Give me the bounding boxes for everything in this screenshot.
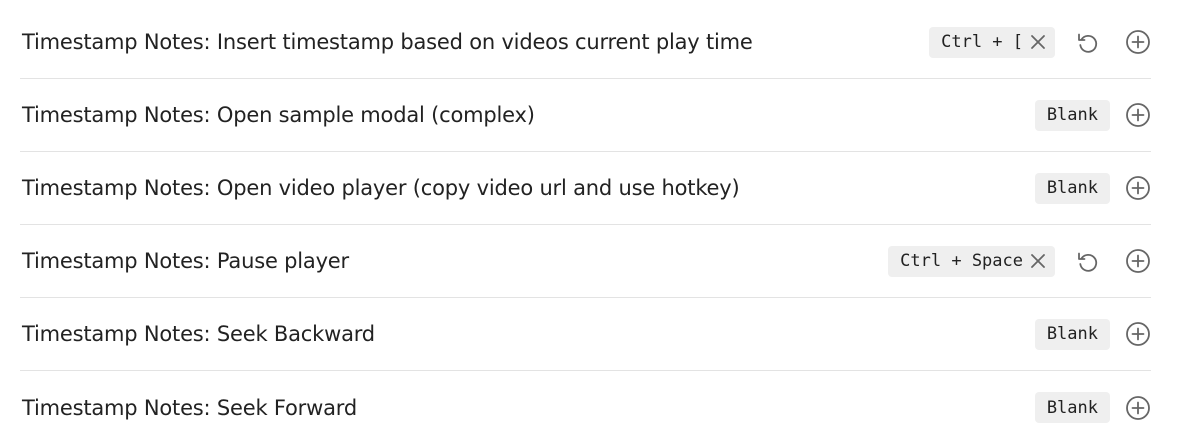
- hotkey-controls: Blank: [1034, 152, 1151, 224]
- plus-circle-icon[interactable]: [1125, 175, 1151, 201]
- hotkey-command-label: Timestamp Notes: Pause player: [22, 249, 349, 273]
- hotkey-controls: Ctrl + Space: [888, 225, 1151, 297]
- close-icon[interactable]: [1027, 31, 1049, 53]
- hotkey-list: Timestamp Notes: Insert timestamp based …: [20, 6, 1151, 444]
- hotkey-controls: Blank: [1034, 79, 1151, 151]
- restore-default-icon[interactable]: [1075, 29, 1101, 55]
- hotkey-row: Timestamp Notes: Insert timestamp based …: [20, 6, 1151, 79]
- hotkey-command-label: Timestamp Notes: Insert timestamp based …: [22, 30, 753, 54]
- plus-circle-icon[interactable]: [1125, 248, 1151, 274]
- hotkey-controls: Ctrl + [: [929, 6, 1151, 78]
- restore-default-icon[interactable]: [1075, 248, 1101, 274]
- hotkey-chip-blank: Blank: [1034, 318, 1110, 350]
- hotkey-row: Timestamp Notes: Seek Backward Blank: [20, 298, 1151, 371]
- close-icon[interactable]: [1027, 250, 1049, 272]
- hotkey-row: Timestamp Notes: Seek Forward Blank: [20, 371, 1151, 444]
- plus-circle-icon[interactable]: [1125, 102, 1151, 128]
- hotkey-chip-text: Ctrl + Space: [900, 251, 1023, 271]
- hotkey-command-label: Timestamp Notes: Open sample modal (comp…: [22, 103, 535, 127]
- hotkey-row: Timestamp Notes: Pause player Ctrl + Spa…: [20, 225, 1151, 298]
- hotkey-command-label: Timestamp Notes: Seek Forward: [22, 395, 357, 420]
- hotkey-chip: Ctrl + Space: [888, 245, 1055, 277]
- plus-circle-icon[interactable]: [1125, 321, 1151, 347]
- plus-circle-icon[interactable]: [1125, 29, 1151, 55]
- hotkey-chip: Ctrl + [: [929, 26, 1055, 58]
- hotkey-controls: Blank: [1034, 298, 1151, 370]
- hotkey-command-label: Timestamp Notes: Seek Backward: [22, 322, 375, 346]
- hotkey-row: Timestamp Notes: Open sample modal (comp…: [20, 79, 1151, 152]
- hotkey-row: Timestamp Notes: Open video player (copy…: [20, 152, 1151, 225]
- plus-circle-icon[interactable]: [1125, 395, 1151, 421]
- hotkey-command-label: Timestamp Notes: Open video player (copy…: [22, 176, 740, 200]
- hotkey-chip-blank: Blank: [1034, 392, 1110, 423]
- hotkey-chip-blank: Blank: [1034, 99, 1110, 131]
- hotkey-chip-text: Ctrl + [: [941, 32, 1023, 52]
- hotkey-chip-blank: Blank: [1034, 172, 1110, 204]
- hotkey-controls: Blank: [1034, 371, 1151, 444]
